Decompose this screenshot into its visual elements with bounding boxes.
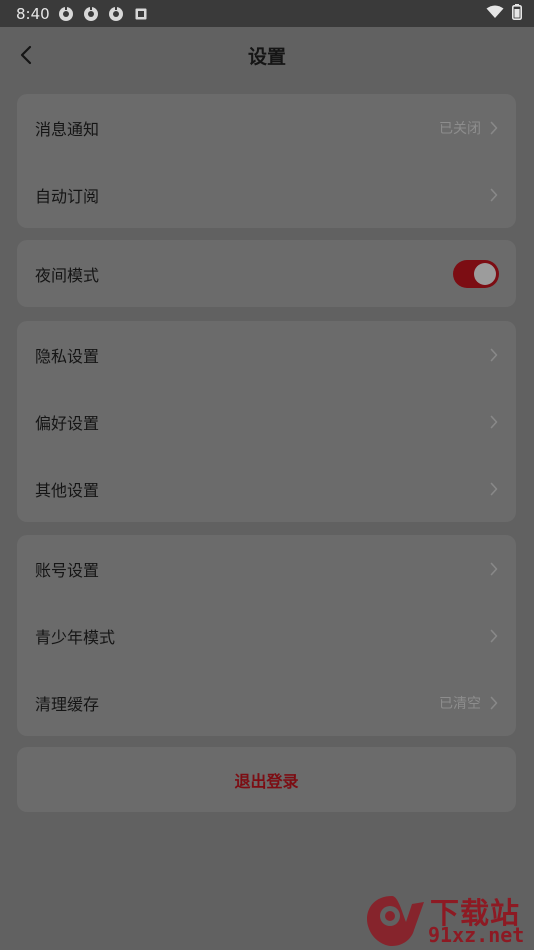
settings-group-night-mode: 夜间模式 bbox=[17, 240, 516, 307]
settings-item-other[interactable]: 其他设置 bbox=[17, 455, 516, 522]
wifi-icon bbox=[486, 4, 504, 23]
settings-group-notifications: 消息通知 已关闭 自动订阅 bbox=[17, 94, 516, 228]
chevron-right-icon bbox=[489, 628, 499, 644]
settings-item-privacy[interactable]: 隐私设置 bbox=[17, 321, 516, 388]
chevron-right-icon bbox=[489, 414, 499, 430]
settings-item-account[interactable]: 账号设置 bbox=[17, 535, 516, 602]
chevron-right-icon bbox=[489, 561, 499, 577]
settings-item-label: 夜间模式 bbox=[35, 265, 100, 285]
logout-label: 退出登录 bbox=[234, 771, 299, 791]
settings-item-label: 清理缓存 bbox=[35, 694, 100, 714]
watermark: 下载站 91xz.net bbox=[362, 890, 530, 948]
settings-item-label: 账号设置 bbox=[35, 560, 100, 580]
settings-item-notifications[interactable]: 消息通知 已关闭 bbox=[17, 94, 516, 161]
watermark-url: 91xz.net bbox=[428, 923, 525, 947]
settings-group-preferences: 隐私设置 偏好设置 其他设置 bbox=[17, 321, 516, 522]
settings-item-auto-subscribe[interactable]: 自动订阅 bbox=[17, 161, 516, 228]
chevron-right-icon bbox=[489, 120, 499, 136]
page-title: 设置 bbox=[247, 45, 286, 68]
app-icon bbox=[108, 5, 124, 22]
settings-item-label: 偏好设置 bbox=[35, 413, 100, 433]
settings-item-value: 已清空 bbox=[439, 695, 481, 712]
app-icon bbox=[83, 5, 99, 22]
settings-item-label: 其他设置 bbox=[35, 480, 100, 500]
settings-item-label: 消息通知 bbox=[35, 119, 100, 139]
chevron-right-icon bbox=[489, 695, 499, 711]
status-bar: 8:40 bbox=[0, 0, 534, 27]
chevron-right-icon bbox=[489, 187, 499, 203]
watermark-logo bbox=[367, 896, 424, 946]
app-icon bbox=[58, 5, 74, 22]
back-button[interactable] bbox=[10, 39, 42, 71]
chevron-right-icon bbox=[489, 347, 499, 363]
status-time: 8:40 bbox=[16, 4, 50, 23]
notification-icon bbox=[133, 6, 149, 22]
settings-item-label: 青少年模式 bbox=[35, 627, 116, 647]
night-mode-toggle[interactable] bbox=[453, 259, 499, 288]
battery-icon bbox=[512, 3, 522, 24]
chevron-left-icon bbox=[20, 45, 32, 65]
settings-item-teen-mode[interactable]: 青少年模式 bbox=[17, 602, 516, 669]
settings-item-label: 隐私设置 bbox=[35, 346, 100, 366]
chevron-right-icon bbox=[489, 481, 499, 497]
toggle-knob bbox=[474, 262, 496, 285]
settings-item-preferences[interactable]: 偏好设置 bbox=[17, 388, 516, 455]
logout-button[interactable]: 退出登录 bbox=[17, 747, 516, 812]
settings-item-value: 已关闭 bbox=[439, 120, 481, 137]
settings-group-account: 账号设置 青少年模式 清理缓存 已清空 bbox=[17, 535, 516, 736]
settings-item-label: 自动订阅 bbox=[35, 186, 100, 206]
settings-item-clear-cache[interactable]: 清理缓存 已清空 bbox=[17, 669, 516, 736]
nav-bar: 设置 bbox=[0, 27, 534, 83]
settings-item-night-mode: 夜间模式 bbox=[17, 240, 516, 307]
